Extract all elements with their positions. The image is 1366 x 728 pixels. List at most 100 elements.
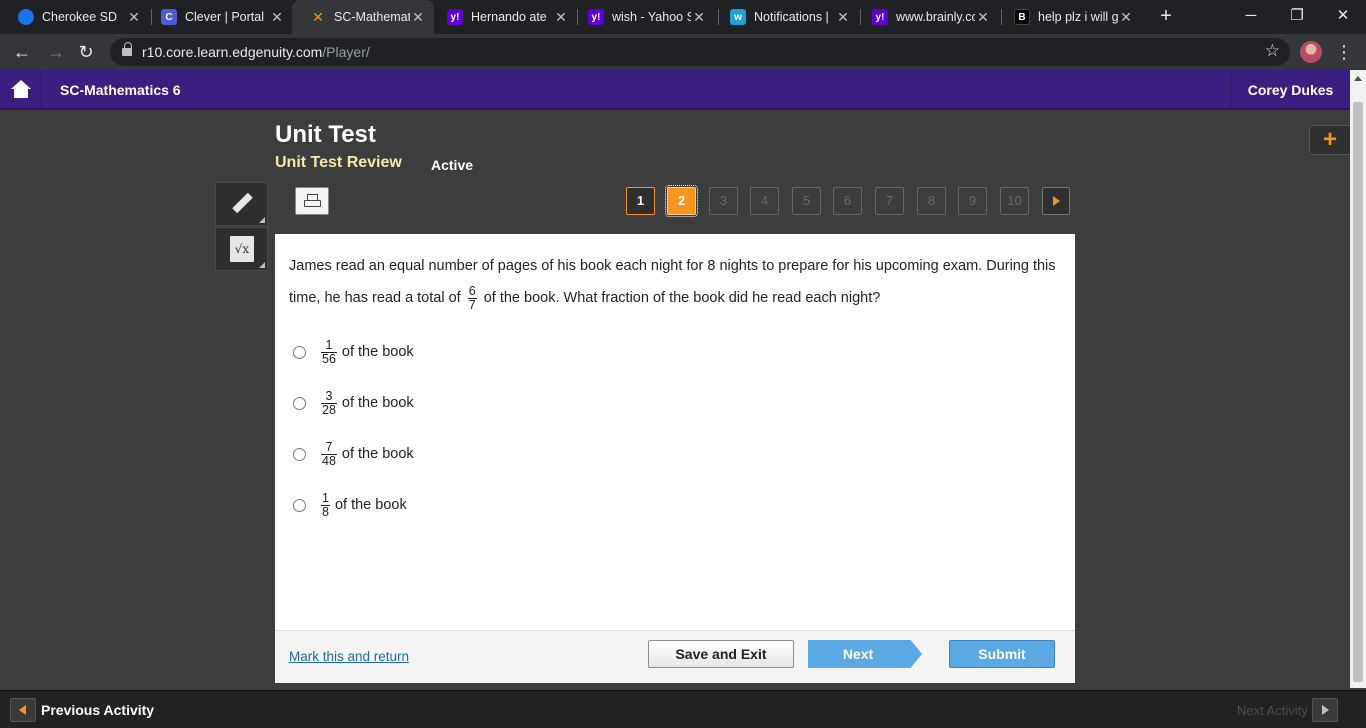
yahoo-icon: y! <box>872 9 888 25</box>
browser-tab-strip: Cherokee SD ✕ C Clever | Portal ✕ ✕ SC-M… <box>0 0 1366 34</box>
close-icon[interactable]: ✕ <box>691 9 707 26</box>
question-nav-1[interactable]: 1 <box>626 187 655 215</box>
forward-icon[interactable]: → <box>42 38 70 66</box>
choice-label: of the book <box>341 395 414 411</box>
browser-toolbar: ← → ↻ r10.core.learn.edgenuity.com/Playe… <box>0 34 1366 70</box>
address-bar[interactable]: r10.core.learn.edgenuity.com/Player/ ☆ <box>110 38 1290 66</box>
question-panel: James read an equal number of pages of h… <box>275 234 1075 683</box>
next-question-arrow-button[interactable] <box>1042 187 1070 215</box>
question-nav-8[interactable]: 8 <box>917 187 946 215</box>
browser-tab[interactable]: B help plz i will g ✕ <box>996 0 1142 34</box>
next-activity-label: Next Activity <box>1237 703 1308 718</box>
window-close-icon[interactable]: ✕ <box>1320 0 1366 34</box>
close-icon[interactable]: ✕ <box>269 9 285 26</box>
answer-choice[interactable]: 1 56 of the book <box>293 336 414 368</box>
new-tab-icon[interactable]: + <box>1154 4 1178 28</box>
question-nav-4[interactable]: 4 <box>750 187 779 215</box>
reload-icon[interactable]: ↻ <box>72 38 100 66</box>
next-activity-button[interactable] <box>1312 698 1338 722</box>
browser-tab-active[interactable]: ✕ SC-Mathemati ✕ <box>292 0 434 34</box>
close-icon[interactable]: ✕ <box>1118 9 1134 26</box>
fraction: 7 48 <box>321 439 337 468</box>
status-label: Active <box>431 157 474 173</box>
question-nav-2[interactable]: 2 <box>665 185 698 217</box>
answer-choice[interactable]: 18 of the book <box>293 489 407 521</box>
browser-tab[interactable]: y! wish - Yahoo S ✕ <box>570 0 715 34</box>
expand-plus-button[interactable]: + <box>1309 125 1350 155</box>
question-nav-9[interactable]: 9 <box>958 187 987 215</box>
page-title: Unit Test <box>275 121 376 148</box>
question-nav-10[interactable]: 10 <box>1000 187 1029 215</box>
page-scrollbar[interactable] <box>1350 70 1366 688</box>
close-icon[interactable]: ✕ <box>410 9 426 26</box>
question-nav-3[interactable]: 3 <box>709 187 738 215</box>
user-name[interactable]: Corey Dukes <box>1230 70 1350 110</box>
yahoo-icon: y! <box>588 9 604 25</box>
fraction: 67 <box>467 283 477 312</box>
tab-title: Clever | Portal <box>185 10 264 24</box>
home-button[interactable] <box>0 70 42 110</box>
scroll-thumb[interactable] <box>1353 102 1363 682</box>
tab-title: help plz i will g <box>1038 10 1118 24</box>
choice-label: of the book <box>334 497 407 513</box>
tab-title: SC-Mathemati <box>334 10 410 24</box>
yahoo-icon: y! <box>447 9 463 25</box>
fraction: 18 <box>321 490 330 519</box>
cherokee-icon <box>18 9 34 25</box>
question-nav-5[interactable]: 5 <box>792 187 821 215</box>
restore-icon[interactable]: ❐ <box>1274 0 1320 34</box>
tab-title: www.brainly.co <box>896 10 975 24</box>
fraction: 3 28 <box>321 388 337 417</box>
profile-avatar[interactable] <box>1300 41 1322 63</box>
browser-tab[interactable]: C Clever | Portal ✕ <box>143 0 293 34</box>
next-button[interactable]: Next <box>808 640 922 668</box>
brainly-icon: B <box>1014 9 1030 25</box>
scroll-up-icon[interactable] <box>1354 76 1362 81</box>
back-icon[interactable]: ← <box>8 38 36 66</box>
course-name: SC-Mathematics 6 <box>60 82 181 98</box>
answer-choice[interactable]: 7 48 of the book <box>293 438 414 470</box>
previous-activity-button[interactable] <box>10 698 36 722</box>
browser-tab[interactable]: Cherokee SD ✕ <box>0 0 150 34</box>
question-footer: Mark this and return Save and Exit Next … <box>275 630 1075 683</box>
fraction: 1 56 <box>321 337 337 366</box>
browser-menu-icon[interactable]: ⋮ <box>1334 38 1354 66</box>
tab-title: Hernando ate <box>471 10 547 24</box>
mark-and-return-link[interactable]: Mark this and return <box>289 649 409 664</box>
question-nav-6[interactable]: 6 <box>833 187 862 215</box>
radio-button[interactable] <box>293 447 306 461</box>
browser-tab[interactable]: w Notifications | ✕ <box>712 0 859 34</box>
radio-button[interactable] <box>293 498 306 512</box>
answer-choice[interactable]: 3 28 of the book <box>293 387 414 419</box>
next-button-label: Next <box>842 646 874 662</box>
browser-tab[interactable]: y! www.brainly.co ✕ <box>854 0 999 34</box>
bookmark-star-icon[interactable]: ☆ <box>1265 41 1280 61</box>
radio-button[interactable] <box>293 396 306 410</box>
radio-button[interactable] <box>293 345 306 359</box>
print-button[interactable] <box>295 187 329 215</box>
pencil-tool-button[interactable] <box>215 182 268 226</box>
choice-label: of the book <box>341 344 414 360</box>
url-text: r10.core.learn.edgenuity.com/Player/ <box>142 44 370 60</box>
choice-label: of the book <box>341 446 414 462</box>
browser-tab[interactable]: y! Hernando ate ✕ <box>429 0 577 34</box>
close-icon[interactable]: ✕ <box>835 9 851 26</box>
minimize-icon[interactable]: ─ <box>1228 0 1274 34</box>
clever-icon: C <box>161 9 177 25</box>
wattpad-icon: w <box>730 9 746 25</box>
calculator-tool-button[interactable]: √x <box>215 227 268 271</box>
close-icon[interactable]: ✕ <box>553 9 569 26</box>
close-icon[interactable]: ✕ <box>126 9 142 26</box>
tab-title: Cherokee SD <box>42 10 118 24</box>
save-and-exit-button[interactable]: Save and Exit <box>648 640 794 668</box>
activity-bar: Previous Activity Next Activity <box>0 690 1366 728</box>
printer-icon <box>304 194 321 208</box>
pencil-icon <box>231 192 253 216</box>
close-icon[interactable]: ✕ <box>975 9 991 26</box>
previous-activity-label[interactable]: Previous Activity <box>41 702 154 718</box>
submit-button[interactable]: Submit <box>949 640 1055 668</box>
tab-title: wish - Yahoo S <box>612 10 691 24</box>
question-nav-7[interactable]: 7 <box>875 187 904 215</box>
tab-title: Notifications | <box>754 10 829 24</box>
edgenuity-icon: ✕ <box>312 8 324 25</box>
